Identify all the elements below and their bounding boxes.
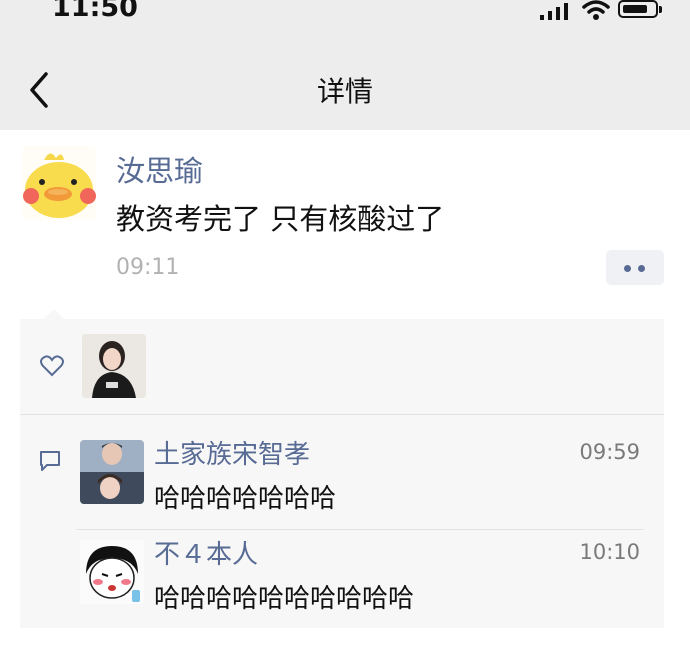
comment-item: 土家族宋智孝 09:59 哈哈哈哈哈哈哈	[76, 440, 656, 530]
comment-text: 哈哈哈哈哈哈哈	[154, 484, 337, 514]
comment-divider	[76, 529, 644, 530]
duck-avatar-image	[22, 146, 96, 220]
comment-icon	[40, 451, 60, 471]
comment-item: 不４本人 10:10 哈哈哈哈哈哈哈哈哈哈	[76, 540, 656, 630]
nav-bar: 详情	[0, 40, 690, 130]
moment-post: 汝思瑜 教资考完了 只有核酸过了 09:11 土家族宋智孝 09:59 哈哈哈哈…	[0, 130, 690, 647]
battery-icon	[618, 0, 662, 18]
commenter-name[interactable]: 不４本人	[154, 534, 258, 571]
likes-row	[20, 319, 664, 414]
interaction-panel: 土家族宋智孝 09:59 哈哈哈哈哈哈哈 不４本人 10:10 哈哈哈哈哈哈哈哈…	[20, 309, 664, 630]
post-author-name[interactable]: 汝思瑜	[116, 148, 203, 190]
liker-avatar[interactable]	[82, 334, 146, 398]
status-bar: 11:50	[0, 0, 690, 40]
liker-photo	[82, 334, 146, 398]
wifi-icon	[582, 0, 610, 20]
more-options-button[interactable]	[606, 250, 664, 285]
page-title: 详情	[316, 75, 373, 108]
post-time: 09:11	[116, 255, 180, 280]
post-content: 教资考完了 只有核酸过了	[116, 202, 445, 236]
signal-icon	[540, 3, 568, 20]
status-time: 11:50	[52, 0, 138, 23]
comment-text: 哈哈哈哈哈哈哈哈哈哈	[154, 584, 415, 614]
author-avatar[interactable]	[22, 146, 96, 220]
commenter-photo	[80, 440, 144, 504]
commenter-avatar[interactable]	[80, 440, 144, 504]
heart-icon	[40, 355, 64, 377]
meme-face-avatar	[80, 540, 144, 604]
panel-arrow	[44, 309, 64, 319]
commenter-avatar[interactable]	[80, 540, 144, 604]
comment-time: 09:59	[579, 440, 640, 464]
commenter-name[interactable]: 土家族宋智孝	[154, 434, 310, 471]
comment-time: 10:10	[579, 540, 640, 564]
panel-divider	[20, 414, 664, 415]
